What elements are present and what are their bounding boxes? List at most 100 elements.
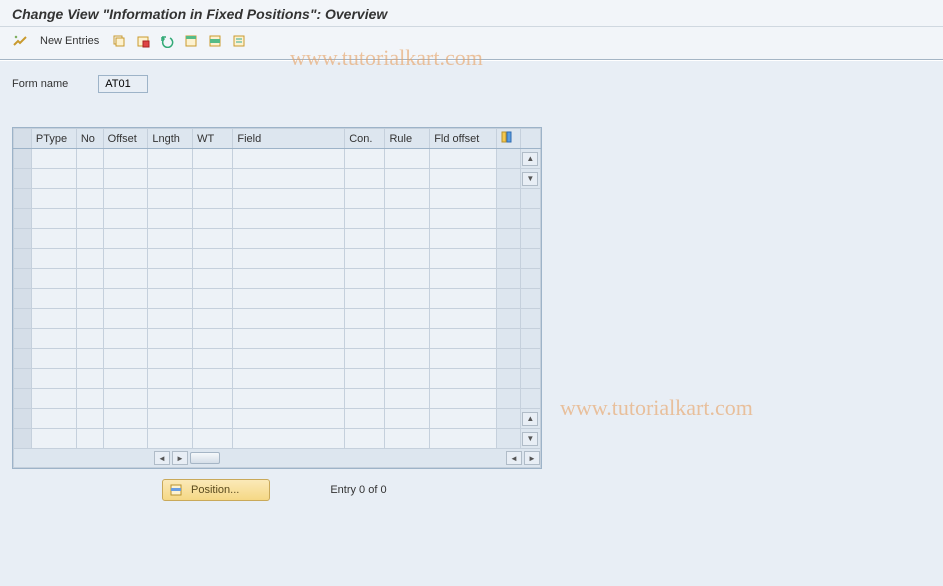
cell[interactable] [103,289,148,309]
cell[interactable] [430,269,497,289]
row-selector[interactable] [14,169,32,189]
row-selector[interactable] [14,409,32,429]
row-selector[interactable] [14,249,32,269]
vscroll-down-icon[interactable]: ▼ [522,432,538,446]
cell[interactable] [193,229,233,249]
table-row[interactable] [14,229,541,249]
cell[interactable] [233,209,345,229]
cell[interactable] [385,249,430,269]
cell[interactable] [148,169,193,189]
cell[interactable] [76,309,103,329]
cell[interactable] [430,409,497,429]
cell[interactable] [430,169,497,189]
cell[interactable] [193,369,233,389]
vscroll-up-icon[interactable]: ▲ [522,152,538,166]
cell[interactable] [103,229,148,249]
table-row[interactable] [14,389,541,409]
cell[interactable] [76,169,103,189]
row-selector[interactable] [14,369,32,389]
cell[interactable] [103,309,148,329]
col-lngth[interactable]: Lngth [148,129,193,149]
undo-icon[interactable] [157,31,177,51]
cell[interactable] [345,149,385,169]
cell[interactable] [103,349,148,369]
cell[interactable] [31,269,76,289]
cell[interactable] [193,269,233,289]
cell[interactable] [430,149,497,169]
cell[interactable] [31,249,76,269]
cell[interactable] [345,329,385,349]
cell[interactable] [345,229,385,249]
cell[interactable] [103,409,148,429]
cell[interactable] [233,249,345,269]
cell[interactable] [345,269,385,289]
position-button[interactable]: Position... [162,479,270,501]
row-selector[interactable] [14,189,32,209]
cell[interactable] [31,329,76,349]
cell[interactable] [193,429,233,449]
cell[interactable] [148,369,193,389]
cell[interactable] [76,349,103,369]
row-selector[interactable] [14,309,32,329]
table-row[interactable]: ▼ [14,429,541,449]
cell[interactable] [148,229,193,249]
table-row[interactable] [14,369,541,389]
cell[interactable] [233,309,345,329]
cell[interactable] [345,369,385,389]
cell[interactable] [148,189,193,209]
cell[interactable] [385,389,430,409]
cell[interactable] [76,429,103,449]
cell[interactable] [31,309,76,329]
cell[interactable] [430,209,497,229]
cell[interactable] [233,349,345,369]
row-selector[interactable] [14,429,32,449]
table-row[interactable] [14,309,541,329]
cell[interactable] [103,169,148,189]
cell[interactable] [31,229,76,249]
cell[interactable] [76,389,103,409]
table-row[interactable] [14,289,541,309]
col-rule[interactable]: Rule [385,129,430,149]
copy-icon[interactable] [109,31,129,51]
cell[interactable] [233,149,345,169]
cell[interactable] [430,229,497,249]
cell[interactable] [193,149,233,169]
cell[interactable] [148,329,193,349]
form-name-input[interactable] [98,75,148,93]
hscroll-thumb[interactable] [190,452,220,464]
table-row[interactable]: ▲ [14,149,541,169]
table-row[interactable] [14,189,541,209]
cell[interactable] [233,429,345,449]
cell[interactable] [103,429,148,449]
cell[interactable] [76,189,103,209]
cell[interactable] [385,329,430,349]
cell[interactable] [76,149,103,169]
cell[interactable] [76,269,103,289]
cell[interactable] [385,189,430,209]
cell[interactable] [31,189,76,209]
cell[interactable] [76,329,103,349]
cell[interactable] [193,189,233,209]
cell[interactable] [385,169,430,189]
cell[interactable] [430,389,497,409]
row-selector[interactable] [14,209,32,229]
configure-columns-icon[interactable] [497,129,520,149]
delete-icon[interactable] [133,31,153,51]
cell[interactable] [345,169,385,189]
cell[interactable] [148,309,193,329]
deselect-all-icon[interactable] [229,31,249,51]
cell[interactable] [31,169,76,189]
cell[interactable] [345,309,385,329]
col-field[interactable]: Field [233,129,345,149]
row-selector[interactable] [14,289,32,309]
cell[interactable] [31,429,76,449]
cell[interactable] [31,289,76,309]
cell[interactable] [233,409,345,429]
cell[interactable] [76,409,103,429]
cell[interactable] [148,209,193,229]
cell[interactable] [148,269,193,289]
hscroll-left2-icon[interactable]: ◄ [506,451,522,465]
table-row[interactable] [14,249,541,269]
cell[interactable] [148,349,193,369]
cell[interactable] [345,409,385,429]
